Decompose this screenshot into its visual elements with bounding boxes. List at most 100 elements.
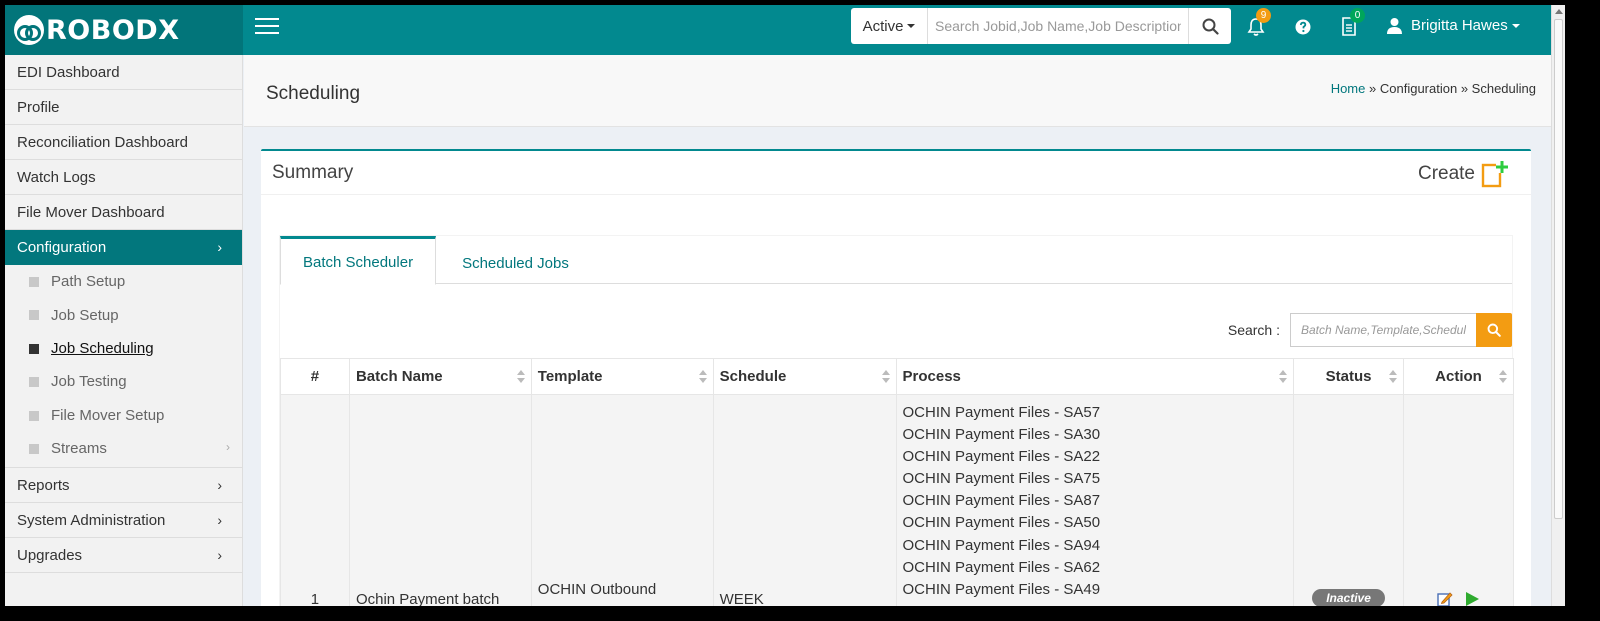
notifications-button[interactable]: 9 xyxy=(1247,8,1271,39)
column-header-template[interactable]: Template xyxy=(530,358,714,395)
user-menu[interactable]: Brigitta Hawes xyxy=(1386,17,1520,34)
sidebar-item-upgrades[interactable]: Upgrades › xyxy=(5,538,242,574)
scroll-up-arrow-icon[interactable] xyxy=(1555,9,1563,14)
summary-title: Summary xyxy=(272,162,354,183)
search-icon xyxy=(1487,323,1501,337)
process-item: OCHIN Payment Files - SA87 xyxy=(902,492,1101,510)
status-filter-value: Active xyxy=(862,17,904,35)
row-action-cell xyxy=(1403,394,1514,606)
sidebar-item-edi-dashboard[interactable]: EDI Dashboard xyxy=(5,55,242,90)
batch-table: # Batch Name Template Schedule Process S… xyxy=(280,358,1514,606)
tab-bar: Batch Scheduler Scheduled Jobs xyxy=(280,236,1512,285)
sidebar-item-file-mover-dashboard[interactable]: File Mover Dashboard xyxy=(5,195,242,230)
notifications-badge: 9 xyxy=(1256,8,1271,23)
sort-icon xyxy=(516,370,525,384)
content-header: Scheduling Home » Configuration » Schedu… xyxy=(244,55,1551,127)
help-button[interactable] xyxy=(1295,19,1317,41)
tasks-button[interactable]: 0 xyxy=(1341,8,1365,39)
submenu-item-job-scheduling[interactable]: Job Scheduling xyxy=(5,332,242,365)
chevron-right-icon: › xyxy=(217,512,222,529)
sidebar: EDI Dashboard Profile Reconciliation Das… xyxy=(5,55,243,606)
sort-icon xyxy=(1499,370,1507,384)
scheduler-tabs-panel: Batch Scheduler Scheduled Jobs Search : … xyxy=(279,235,1514,606)
table-row: 1 Ochin Payment batch OCHIN Outbound WEE… xyxy=(280,394,1514,606)
table-search-input[interactable] xyxy=(1290,313,1476,347)
chevron-right-icon: › xyxy=(217,477,222,494)
breadcrumb-separator: » xyxy=(1460,81,1469,96)
status-badge: Inactive xyxy=(1312,589,1385,606)
caret-down-icon xyxy=(1511,23,1520,28)
page-title: Scheduling xyxy=(266,83,361,104)
submenu-item-job-testing[interactable]: Job Testing xyxy=(5,365,242,398)
process-item: OCHIN Payment Files - SA57 xyxy=(902,404,1101,421)
sidebar-item-configuration[interactable]: Configuration › xyxy=(5,230,242,265)
global-search-input[interactable] xyxy=(928,8,1188,44)
logo-text: ROBODX xyxy=(46,14,180,46)
edit-button[interactable] xyxy=(1437,591,1453,606)
bullet-square-icon xyxy=(29,343,39,354)
process-item: OCHIN Payment Files - SA49 xyxy=(902,580,1101,598)
sidebar-item-system-administration[interactable]: System Administration › xyxy=(5,503,242,539)
sidebar-item-reports[interactable]: Reports › xyxy=(5,468,242,504)
bullet-square-icon xyxy=(29,410,39,421)
table-header-row: # Batch Name Template Schedule Process S… xyxy=(280,358,1514,395)
global-search-button[interactable] xyxy=(1188,8,1231,44)
process-list: OCHIN Payment Files - SA57 OCHIN Payment… xyxy=(903,395,1288,603)
user-name: Brigitta Hawes xyxy=(1411,17,1508,34)
caret-down-icon xyxy=(907,24,916,28)
table-search-button[interactable] xyxy=(1476,313,1512,347)
sidebar-item-profile[interactable]: Profile xyxy=(5,90,242,125)
submenu-item-file-mover-setup[interactable]: File Mover Setup xyxy=(5,399,242,432)
sidebar-item-reconciliation-dashboard[interactable]: Reconciliation Dashboard xyxy=(5,125,242,160)
sort-icon xyxy=(1279,370,1288,384)
sort-icon xyxy=(1389,370,1398,384)
logo-mark-icon xyxy=(14,15,44,45)
row-index: 1 xyxy=(280,394,350,606)
run-button[interactable] xyxy=(1464,591,1480,606)
status-filter-dropdown[interactable]: Active xyxy=(851,8,928,44)
table-search-row: Search : xyxy=(1228,313,1512,347)
process-item: OCHIN Payment Files - SA94 xyxy=(902,536,1101,554)
chevron-right-icon: › xyxy=(226,439,230,454)
logo[interactable]: ROBODX xyxy=(5,5,243,55)
user-icon xyxy=(1387,18,1402,34)
column-header-schedule[interactable]: Schedule xyxy=(712,358,897,395)
create-button[interactable]: Create xyxy=(1418,160,1509,188)
breadcrumb-separator: » xyxy=(1369,81,1377,96)
add-document-icon xyxy=(1481,160,1509,188)
process-item: OCHIN Payment Files - SA50 xyxy=(902,514,1101,532)
breadcrumb-home-link[interactable]: Home xyxy=(1331,81,1366,96)
sidebar-toggle-icon[interactable] xyxy=(255,18,279,38)
search-icon xyxy=(1202,18,1219,35)
row-schedule: WEEK xyxy=(712,394,897,606)
row-template: OCHIN Outbound xyxy=(530,394,714,606)
process-item: OCHIN Payment Files - SA22 xyxy=(902,448,1101,466)
top-navbar: Active 9 0 Brigitta Hawes xyxy=(243,5,1551,55)
chevron-right-icon: › xyxy=(217,239,222,255)
scrollbar-thumb[interactable] xyxy=(1554,19,1563,519)
column-header-status[interactable]: Status xyxy=(1293,358,1405,395)
row-batch-name: Ochin Payment batch xyxy=(348,394,532,606)
submenu-item-path-setup[interactable]: Path Setup xyxy=(5,265,242,298)
column-header-batch-name[interactable]: Batch Name xyxy=(348,358,532,395)
submenu-item-streams[interactable]: Streams › xyxy=(5,432,242,465)
process-item: OCHIN Payment Files - SA62 xyxy=(902,558,1101,576)
bullet-square-icon xyxy=(29,277,39,287)
row-status-cell: Inactive xyxy=(1293,394,1405,606)
column-header-action[interactable]: Action xyxy=(1403,358,1514,395)
bullet-square-icon xyxy=(29,377,39,388)
app-frame: ROBODX Active 9 0 Brigitta Hawes xyxy=(5,5,1551,606)
submenu-item-job-setup[interactable]: Job Setup xyxy=(5,298,242,331)
sidebar-item-watch-logs[interactable]: Watch Logs xyxy=(5,160,242,195)
tab-scheduled-jobs[interactable]: Scheduled Jobs xyxy=(440,236,591,284)
summary-panel-header: Summary Create xyxy=(261,151,1531,195)
global-search-group: Active xyxy=(851,8,1231,44)
column-header-index[interactable]: # xyxy=(280,358,350,395)
process-item: OCHIN Payment Files - SA30 xyxy=(902,426,1101,444)
tab-batch-scheduler[interactable]: Batch Scheduler xyxy=(280,236,437,285)
window-scrollbar[interactable] xyxy=(1551,5,1565,606)
play-icon xyxy=(1465,592,1479,606)
chevron-right-icon: › xyxy=(217,547,222,564)
column-header-process[interactable]: Process xyxy=(895,358,1295,395)
table-search-label: Search : xyxy=(1227,322,1280,338)
